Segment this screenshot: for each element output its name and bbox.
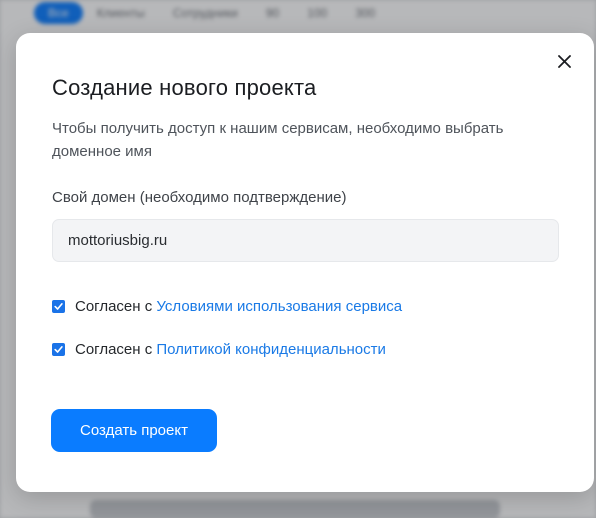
privacy-agreement-row: Согласен с Политикой конфиденциальности [52, 339, 386, 359]
privacy-agreement-text: Согласен с [75, 340, 157, 358]
privacy-checkbox[interactable] [52, 342, 65, 356]
terms-agreement-text: Согласен с [75, 297, 157, 315]
close-button[interactable] [552, 49, 576, 73]
domain-input[interactable] [52, 219, 559, 262]
privacy-policy-link[interactable]: Политикой конфиденциальности [156, 341, 386, 358]
terms-checkbox[interactable] [52, 299, 65, 313]
create-project-modal: Создание нового проекта Чтобы получить д… [16, 33, 594, 492]
create-project-button[interactable]: Создать проект [51, 409, 217, 452]
domain-field-label: Свой домен (необходимо подтверждение) [52, 189, 347, 206]
checkmark-icon [54, 345, 63, 353]
terms-of-service-link[interactable]: Условиями использования сервиса [156, 298, 402, 315]
modal-subtitle: Чтобы получить доступ к нашим сервисам, … [52, 120, 504, 160]
modal-title: Создание нового проекта [52, 75, 317, 100]
terms-agreement-row: Согласен с Условиями использования серви… [52, 296, 402, 316]
close-icon [557, 54, 571, 68]
checkmark-icon [54, 302, 63, 310]
